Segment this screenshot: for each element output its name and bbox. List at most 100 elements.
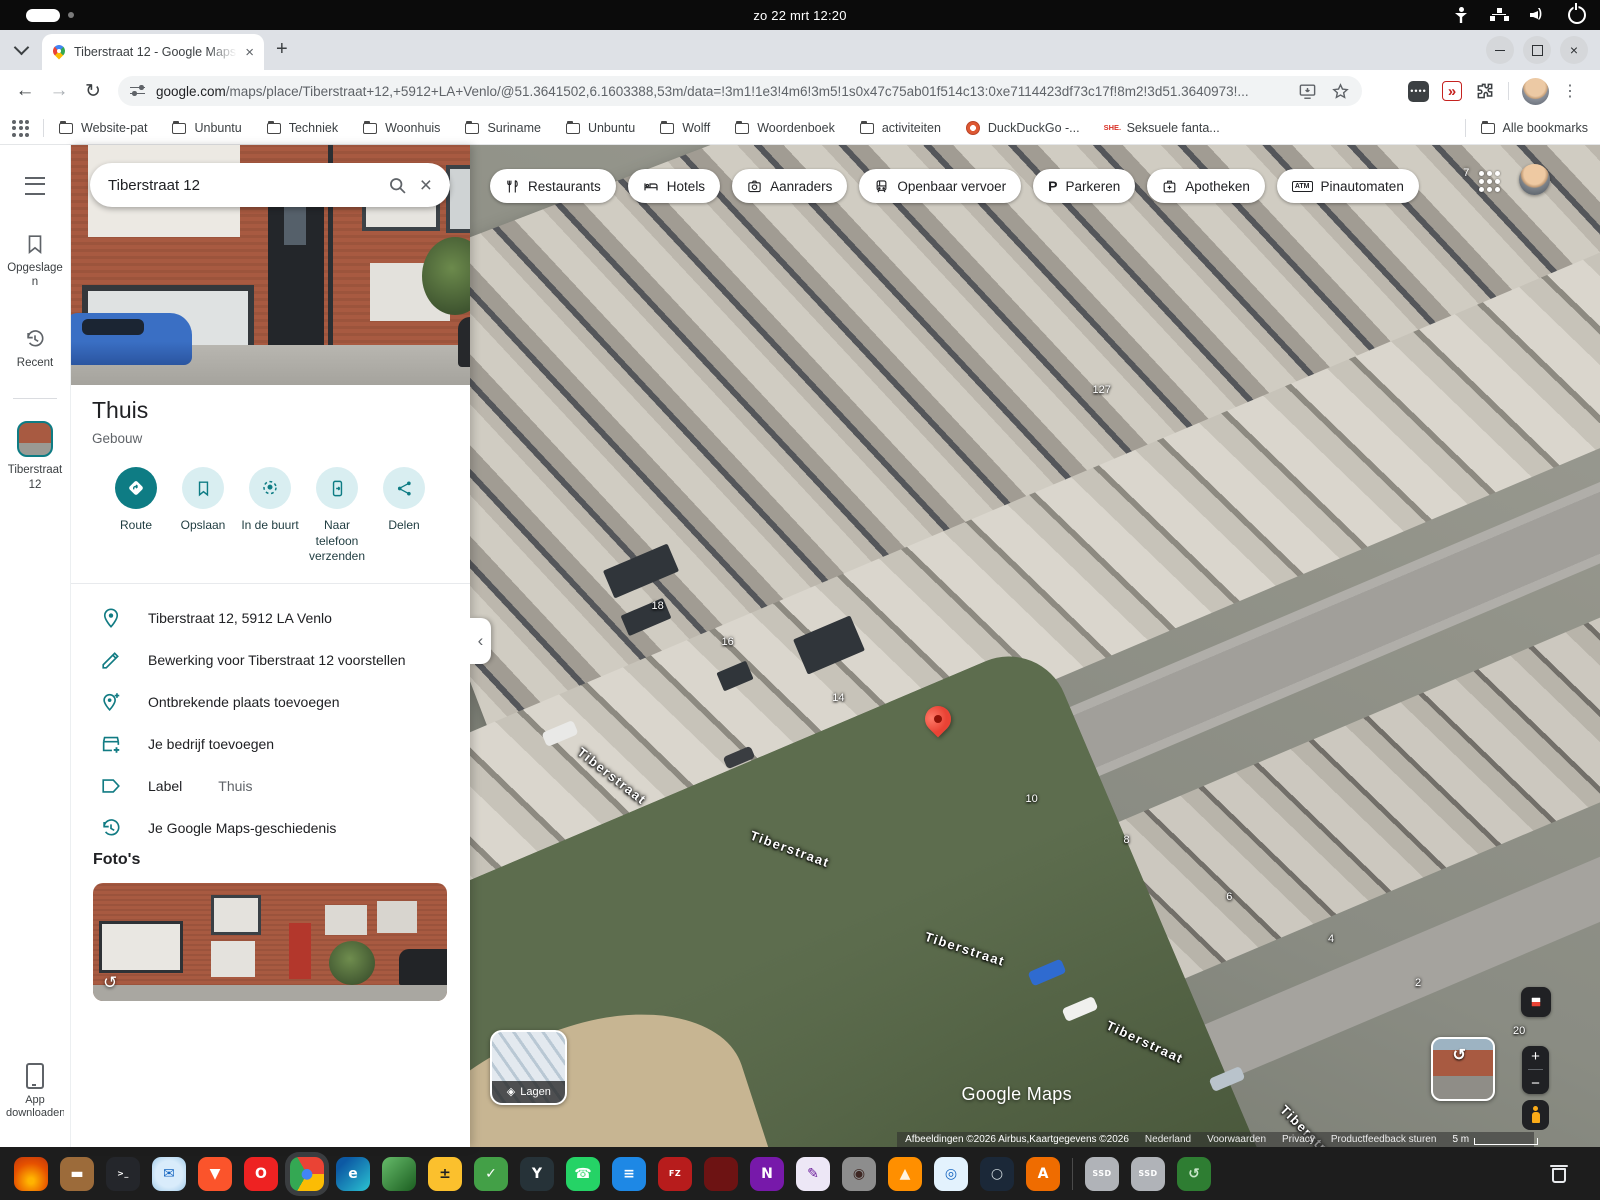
label-row[interactable]: Label Thuis [70,765,470,807]
send-to-phone-button[interactable]: Naar telefoon verzenden [305,467,369,565]
account-avatar[interactable] [1519,164,1550,195]
extensions-puzzle-icon[interactable] [1475,81,1495,101]
thunderbird-app-icon[interactable]: ✉ [152,1157,186,1191]
bookmark-item[interactable]: Wolff [659,121,710,135]
route-button[interactable]: Route [104,467,168,565]
edge-app-icon[interactable]: e [336,1157,370,1191]
tab-close-icon[interactable]: × [245,45,254,60]
restore-button[interactable] [1523,36,1551,64]
chip-restaurants[interactable]: Restaurants [490,169,616,203]
profile-avatar[interactable] [1522,78,1549,105]
steam-app-icon[interactable]: ○ [980,1157,1014,1191]
compass-button[interactable] [1521,987,1551,1017]
opera-app-icon[interactable]: O [244,1157,278,1191]
zoom-out-button[interactable]: − [1531,1076,1540,1091]
gimp-app-icon[interactable]: ◉ [842,1157,876,1191]
browser-menu-icon[interactable]: ⋮ [1562,81,1578,101]
attribution-link[interactable]: Productfeedback sturen [1331,1134,1437,1145]
filezilla-app-icon[interactable]: FZ [658,1157,692,1191]
bookmark-star-icon[interactable] [1331,82,1350,101]
whatsapp-app-icon[interactable]: ☎ [566,1157,600,1191]
site-settings-icon[interactable] [130,85,146,97]
password-extension-icon[interactable]: •••• [1408,81,1429,102]
chip-hotels[interactable]: Hotels [628,169,720,203]
vlc-app-icon[interactable]: ▲ [888,1157,922,1191]
flame-app-icon[interactable] [14,1157,48,1191]
bookmark-item[interactable]: Techniek [266,121,338,135]
attribution-link[interactable]: Nederland [1145,1134,1191,1145]
pen-app-icon[interactable]: ✎ [796,1157,830,1191]
app-download-item[interactable]: App downloaden [6,1063,64,1122]
forward-button[interactable]: → [42,80,76,102]
layers-button[interactable]: ◈Lagen [490,1030,567,1105]
calculator-app-icon[interactable]: ± [428,1157,462,1191]
dark-y-app-icon[interactable]: Y [520,1157,554,1191]
attribution-link[interactable]: Voorwaarden [1207,1134,1266,1145]
chip-recommended[interactable]: Aanraders [732,169,847,203]
brave-app-icon[interactable]: ▼ [198,1157,232,1191]
add-missing-place-row[interactable]: Ontbrekende plaats toevoegen [70,681,470,723]
recent-place-thumbnail[interactable] [17,421,53,457]
system-tray[interactable] [1454,0,1586,30]
lens-app-icon[interactable]: ◎ [934,1157,968,1191]
chip-atms[interactable]: ATM Pinautomaten [1277,169,1419,203]
power-icon[interactable] [1568,6,1586,24]
panel-collapse-button[interactable]: ‹ [470,618,491,664]
bookmark-item[interactable]: activiteiten [859,121,941,135]
browser-tab-active[interactable]: Tiberstraat 12 - Google Maps × [42,34,264,70]
maps-history-row[interactable]: Je Google Maps-geschiedenis [70,807,470,849]
docs-app-icon[interactable]: ≡ [612,1157,646,1191]
files-app-icon[interactable]: ▬ [60,1157,94,1191]
network-icon[interactable] [1490,7,1508,23]
new-tab-button[interactable]: + [276,38,288,61]
bookmark-item[interactable]: DuckDuckGo -... [965,121,1080,135]
bookmark-item[interactable]: Website-pat [58,121,147,135]
pegman-button[interactable] [1522,1100,1549,1130]
nearby-button[interactable]: In de buurt [238,467,302,565]
chip-parking[interactable]: P Parkeren [1033,169,1135,203]
bookmark-item[interactable]: Woonhuis [362,121,440,135]
maps-search-box[interactable]: Tiberstraat 12 × [90,163,450,207]
accessibility-icon[interactable] [1454,7,1468,23]
a-app-icon[interactable]: A [1026,1157,1060,1191]
streetview-thumbnail[interactable] [1431,1037,1495,1101]
trash-icon[interactable] [1550,1163,1570,1185]
attribution-link[interactable]: Privacy [1282,1134,1315,1145]
apps-grid-icon[interactable] [12,120,29,137]
ssd-drive-icon[interactable]: SSD [1085,1157,1119,1191]
recycle-drive-icon[interactable]: ↺ [1177,1157,1211,1191]
chip-pharmacies[interactable]: Apotheken [1147,169,1265,203]
reload-button[interactable]: ↻ [76,80,110,103]
search-icon[interactable] [387,175,408,196]
bookmark-item[interactable]: Unbuntu [171,121,241,135]
address-row[interactable]: Tiberstraat 12, 5912 LA Venlo [70,597,470,639]
chrome-app-icon[interactable]: ● [290,1157,324,1191]
volume-icon[interactable] [1530,8,1546,22]
share-button[interactable]: Delen [372,467,436,565]
bookmark-item[interactable]: Woordenboek [734,121,835,135]
save-button[interactable]: Opslaan [171,467,235,565]
bookmark-item[interactable]: Unbuntu [565,121,635,135]
recent-place-label[interactable]: Tiberstraat 12 [5,463,65,492]
back-button[interactable]: ← [8,80,42,102]
minimize-button[interactable] [1486,36,1514,64]
all-bookmarks-button[interactable]: Alle bookmarks [1480,121,1588,135]
taskbar-separator[interactable] [1072,1158,1073,1190]
add-business-row[interactable]: Je bedrijf toevoegen [70,723,470,765]
sidebar-item-saved[interactable]: Opgeslagen [5,233,65,290]
menu-hamburger-icon[interactable] [25,177,45,195]
onenote-app-icon[interactable]: N [750,1157,784,1191]
bookmark-item[interactable]: Seksuele fanta... [1104,121,1220,135]
skull-app-icon[interactable] [704,1157,738,1191]
address-bar[interactable]: google.com/maps/place/Tiberstraat+12,+59… [118,76,1362,106]
red-extension-icon[interactable]: » [1442,81,1462,101]
zoom-in-button[interactable]: + [1531,1049,1540,1064]
terminal-app-icon[interactable]: >_ [106,1157,140,1191]
place-photo[interactable]: ↺ [93,883,447,1001]
chip-public-transport[interactable]: Openbaar vervoer [859,169,1021,203]
system-clock[interactable]: zo 22 mrt 12:20 [0,8,1600,23]
close-button[interactable]: × [1560,36,1588,64]
clear-search-icon[interactable]: × [420,175,432,196]
bookmark-item[interactable]: Suriname [464,121,541,135]
ssd-drive-icon[interactable]: SSD [1131,1157,1165,1191]
